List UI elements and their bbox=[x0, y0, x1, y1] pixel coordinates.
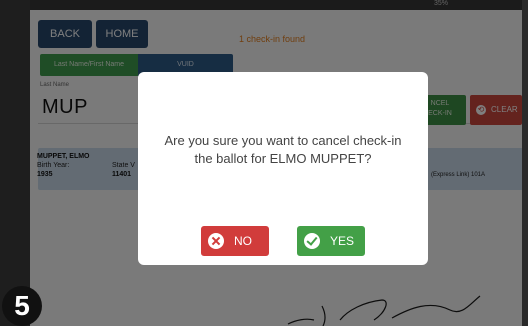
step-number-badge: 5 bbox=[2, 286, 42, 326]
x-circle-icon bbox=[208, 233, 224, 249]
confirm-message: Are you sure you want to cancel check-in… bbox=[138, 132, 428, 168]
bezel-right bbox=[522, 0, 528, 326]
no-button[interactable]: NO bbox=[201, 226, 269, 256]
yes-label: YES bbox=[330, 234, 355, 248]
check-circle-icon bbox=[304, 233, 320, 249]
bezel-top bbox=[0, 0, 528, 10]
battery-status: 35% bbox=[433, 0, 448, 7]
confirm-message-line1: Are you sure you want to cancel check-in bbox=[164, 133, 402, 148]
bezel-left bbox=[0, 0, 30, 326]
confirm-dialog: Are you sure you want to cancel check-in… bbox=[138, 72, 428, 265]
yes-button[interactable]: YES bbox=[297, 226, 365, 256]
no-label: NO bbox=[234, 234, 252, 248]
confirm-message-line2: the ballot for ELMO MUPPET? bbox=[194, 151, 372, 166]
